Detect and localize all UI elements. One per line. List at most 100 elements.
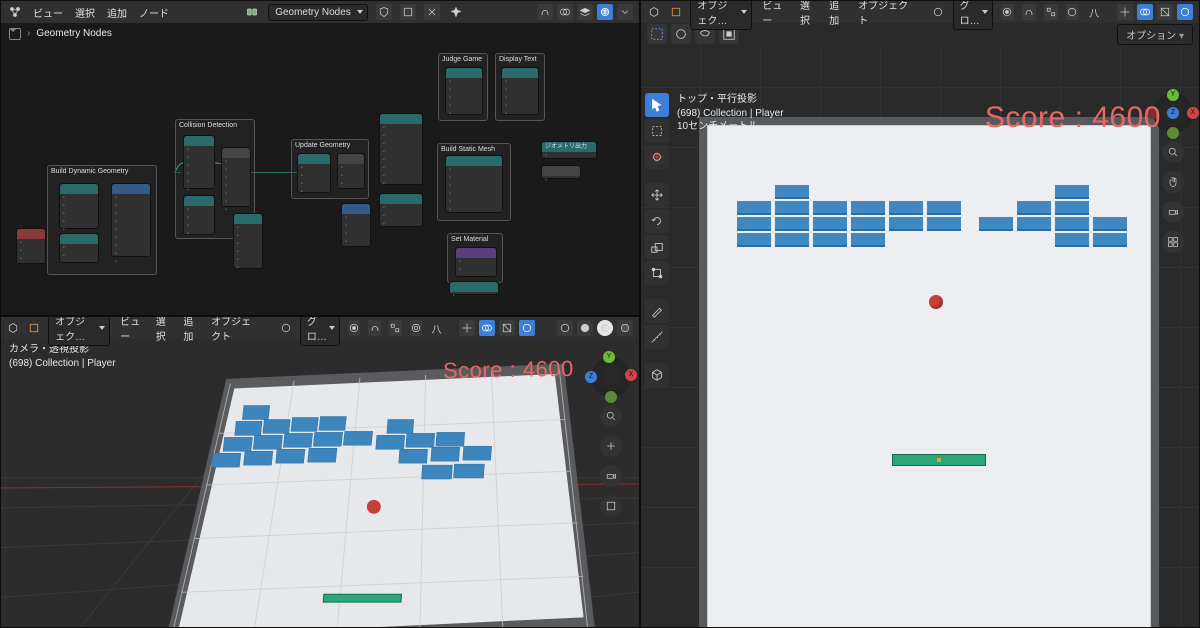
camera-icon[interactable]	[1162, 201, 1184, 223]
select-box-icon[interactable]	[647, 24, 667, 44]
menu-object[interactable]: オブジェクト	[856, 0, 911, 29]
node[interactable]: •••••	[59, 183, 99, 229]
node[interactable]: •••••	[501, 67, 539, 115]
home-icon[interactable]	[9, 28, 21, 40]
snap-icon[interactable]	[1022, 4, 1036, 20]
menu-object[interactable]: オブジェクト	[209, 316, 260, 345]
node[interactable]: ••	[59, 233, 99, 263]
snap-target-icon[interactable]	[1044, 4, 1058, 20]
material-shading-icon[interactable]	[597, 320, 613, 336]
node[interactable]: ••••	[297, 153, 331, 193]
node[interactable]: ••	[455, 247, 497, 277]
orientation-gizmo[interactable]: Y Z X	[591, 357, 631, 397]
node[interactable]: ••••••	[445, 155, 503, 213]
solid-shading-icon[interactable]	[577, 320, 593, 336]
node[interactable]: •	[541, 165, 581, 179]
node[interactable]: •••••••	[221, 147, 251, 207]
menu-add[interactable]: 追加	[181, 316, 201, 345]
menu-view[interactable]: ビュー	[31, 3, 65, 22]
viewport-canvas-persp[interactable]: Score : 4600	[1, 339, 639, 627]
move-tool[interactable]	[645, 183, 669, 207]
viewport-canvas-top[interactable]: Y X Z トップ・平行投影 (698) Collection | Player…	[641, 45, 1199, 627]
snap-toggle-icon[interactable]	[537, 4, 553, 20]
unknown-glyph-icon[interactable]: 八	[1087, 4, 1101, 20]
pivot-icon[interactable]	[1001, 4, 1015, 20]
transform-tool[interactable]	[645, 261, 669, 285]
wireframe-shading-icon[interactable]	[557, 320, 573, 336]
editor-type-icon[interactable]	[7, 4, 23, 20]
pivot-icon[interactable]	[348, 320, 361, 336]
fake-user-icon[interactable]	[400, 4, 416, 20]
layers-icon[interactable]	[577, 4, 593, 20]
cursor-3d-tool[interactable]	[645, 145, 669, 169]
snap-target-icon[interactable]	[389, 320, 402, 336]
overlay-toggle-icon[interactable]	[479, 320, 495, 336]
orientation-icon[interactable]	[279, 320, 292, 336]
annotate-tool[interactable]	[645, 299, 669, 323]
menu-select[interactable]: 選択	[73, 3, 97, 22]
orientation-selector[interactable]: グロ…	[953, 0, 993, 30]
unknown-glyph-icon[interactable]: 八	[430, 320, 443, 336]
mode-selector[interactable]: オブジェク…	[48, 316, 110, 346]
menu-view[interactable]: ビュー	[760, 0, 790, 29]
node-tree-selector[interactable]: Geometry Nodes	[268, 4, 368, 21]
node-tree-type-icon[interactable]	[244, 4, 260, 20]
node[interactable]: •••••	[445, 67, 483, 115]
node[interactable]: ••••	[341, 203, 371, 247]
menu-select[interactable]: 選択	[798, 0, 819, 29]
mode-icon[interactable]	[669, 4, 683, 20]
zoom-icon[interactable]	[600, 405, 622, 427]
node-canvas[interactable]: Build Dynamic GeometryCollision Detectio…	[1, 23, 639, 315]
rotate-tool[interactable]	[645, 209, 669, 233]
node[interactable]: •••••••••	[111, 183, 151, 257]
menu-add[interactable]: 追加	[827, 0, 848, 29]
xray-icon[interactable]	[1157, 4, 1173, 20]
perspective-toggle-icon[interactable]	[1162, 231, 1184, 253]
viewport-shading-drop-icon[interactable]	[519, 320, 535, 336]
node[interactable]: •••	[379, 193, 423, 227]
pan-icon[interactable]	[1162, 171, 1184, 193]
proportional-icon[interactable]	[1066, 4, 1080, 20]
mode-selector[interactable]: オブジェク…	[690, 0, 752, 30]
pan-icon[interactable]	[600, 435, 622, 457]
chevron-down-icon[interactable]	[617, 4, 633, 20]
menu-select[interactable]: 選択	[154, 316, 174, 345]
node[interactable]: •••	[337, 153, 365, 189]
snap-icon[interactable]	[368, 320, 381, 336]
mode-icon[interactable]	[28, 320, 41, 336]
editor-type-icon[interactable]	[7, 320, 20, 336]
menu-node[interactable]: ノード	[137, 3, 171, 22]
globe-icon[interactable]	[597, 4, 613, 20]
cursor-tool[interactable]	[645, 93, 669, 117]
viewport-shading-drop-icon[interactable]	[1177, 4, 1193, 20]
proportional-icon[interactable]	[410, 320, 423, 336]
gizmo-toggle-icon[interactable]	[459, 320, 475, 336]
orientation-selector[interactable]: グロ…	[300, 316, 340, 346]
node[interactable]: ••••••	[183, 135, 215, 189]
camera-icon[interactable]	[600, 465, 622, 487]
node[interactable]: ジオメトリ出力•	[541, 141, 597, 159]
node[interactable]: •	[449, 281, 499, 295]
add-cube-tool[interactable]	[645, 363, 669, 387]
node[interactable]: ••••••••	[379, 113, 423, 185]
measure-tool[interactable]	[645, 325, 669, 349]
shield-icon[interactable]	[376, 4, 392, 20]
zoom-icon[interactable]	[1162, 141, 1184, 163]
menu-view[interactable]: ビュー	[118, 316, 146, 345]
unlink-icon[interactable]	[424, 4, 440, 20]
select-tool[interactable]	[645, 119, 669, 143]
overlay-toggle-icon[interactable]	[1137, 4, 1153, 20]
scale-tool[interactable]	[645, 235, 669, 259]
perspective-toggle-icon[interactable]	[600, 495, 622, 517]
viewport-options[interactable]: オプション ▾	[1117, 24, 1193, 45]
xray-icon[interactable]	[499, 320, 515, 336]
node[interactable]: ••••	[183, 195, 215, 235]
rendered-shading-icon[interactable]	[617, 320, 633, 336]
overlay-toggle-icon[interactable]	[557, 4, 573, 20]
select-circle-icon[interactable]	[671, 24, 691, 44]
pin-icon[interactable]	[448, 4, 464, 20]
editor-type-icon[interactable]	[647, 4, 661, 20]
node[interactable]: ••••••	[233, 213, 263, 269]
menu-add[interactable]: 追加	[105, 3, 129, 22]
node[interactable]: •••	[16, 228, 46, 264]
